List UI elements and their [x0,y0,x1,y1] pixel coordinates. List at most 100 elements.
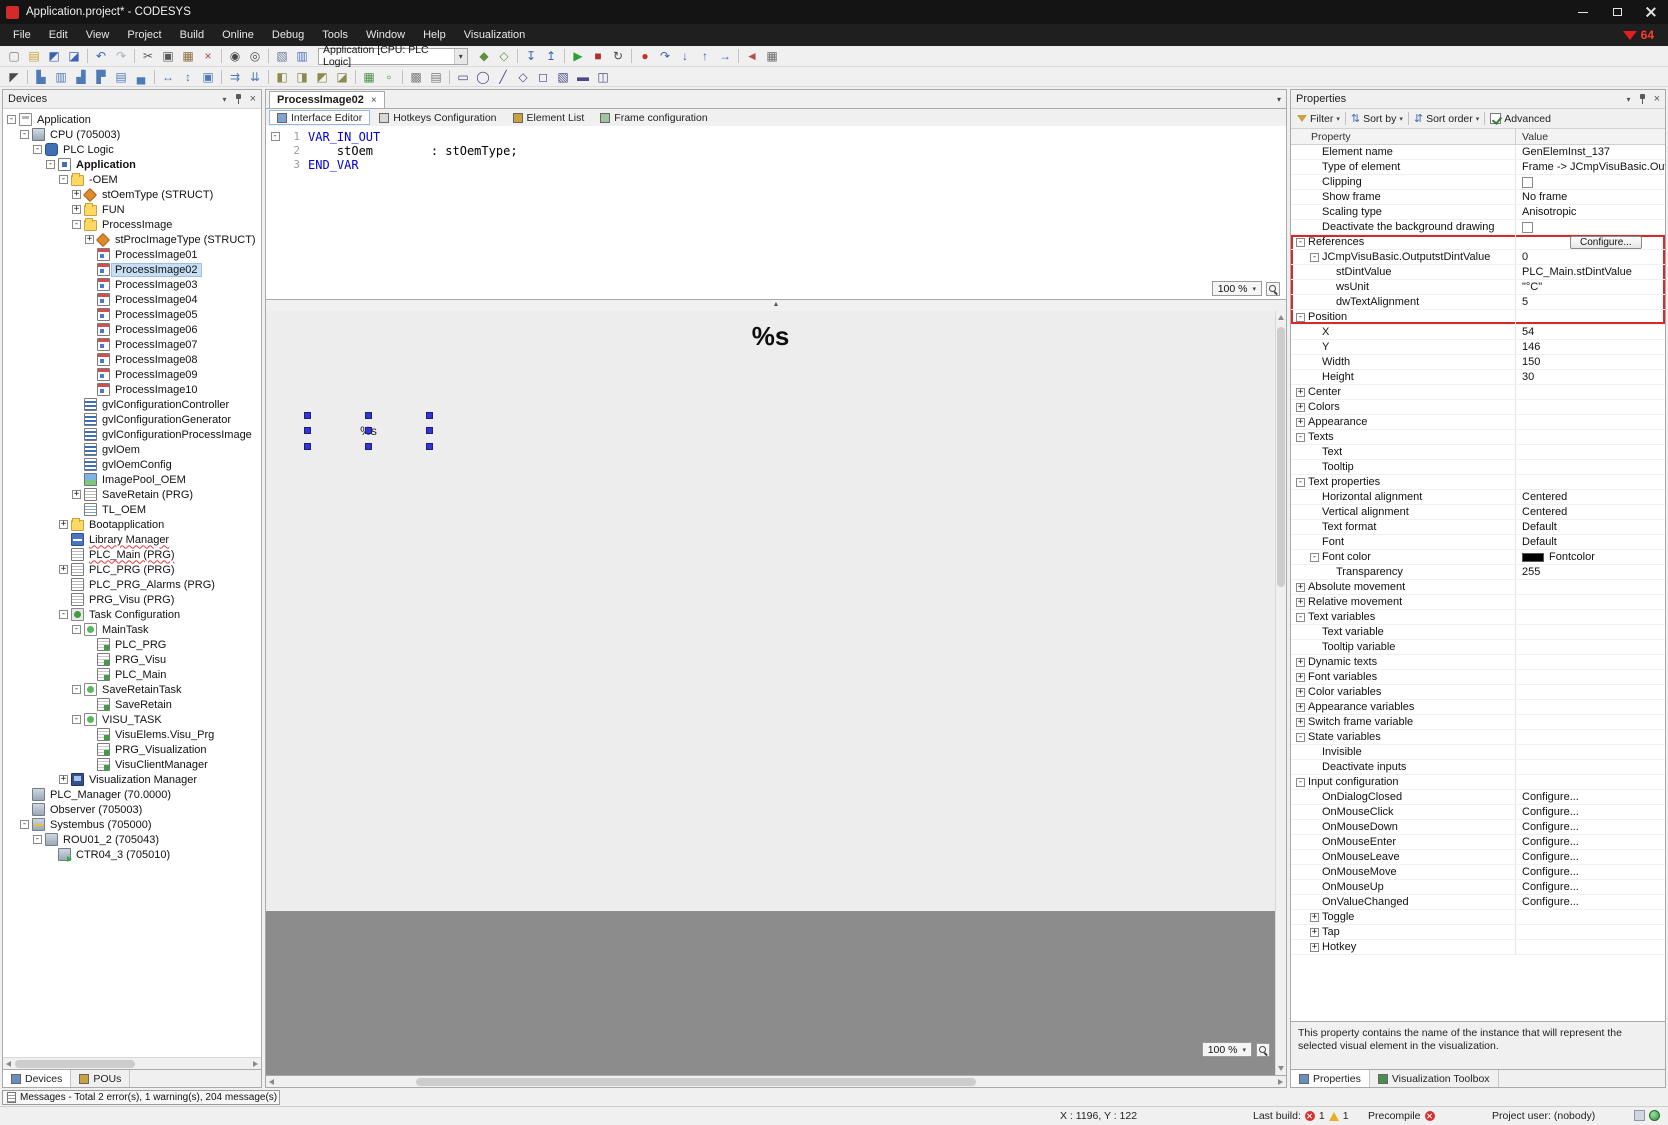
collapse-icon[interactable]: - [72,685,81,694]
property-value-cell[interactable]: Configure... [1515,895,1665,909]
menu-edit[interactable]: Edit [40,26,77,44]
tree-item[interactable]: -SaveRetainTask [3,682,261,697]
property-value-cell[interactable]: Configure... [1515,880,1665,894]
tab-interface-editor[interactable]: Interface Editor [269,110,370,125]
property-value-cell[interactable] [1515,400,1665,414]
checkbox-checked-icon[interactable] [1490,113,1501,124]
tree-item[interactable]: PLC_PRG_Alarms (PRG) [3,577,261,592]
tab-hotkeys-configuration[interactable]: Hotkeys Configuration [372,110,503,125]
expand-icon[interactable]: + [1296,403,1305,412]
property-value-cell[interactable] [1515,670,1665,684]
expand-icon[interactable]: + [85,235,94,244]
property-value-cell[interactable] [1515,580,1665,594]
property-row[interactable]: Element nameGenElemInst_137 [1291,145,1665,160]
property-value-cell[interactable]: 54 [1515,325,1665,339]
collapse-icon[interactable]: - [20,130,29,139]
devices-horizontal-scrollbar[interactable] [3,1057,261,1069]
tree-item[interactable]: Library Manager [3,532,261,547]
checkbox[interactable] [1522,222,1533,233]
expand-icon[interactable]: + [59,775,68,784]
align-bottom-button[interactable]: ▄ [131,68,151,86]
tree-item[interactable]: -PLC Logic [3,142,261,157]
zoom-level[interactable]: 100 %▾ [1202,1042,1252,1057]
property-row[interactable]: +Dynamic texts [1291,655,1665,670]
simulation-button[interactable]: ▦ [762,47,782,65]
property-value-cell[interactable] [1515,715,1665,729]
close-button[interactable] [1634,0,1668,24]
tab-visualization-toolbox[interactable]: Visualization Toolbox [1370,1070,1499,1087]
menu-help[interactable]: Help [414,26,455,44]
property-row[interactable]: +Switch frame variable [1291,715,1665,730]
property-value-cell[interactable]: Default [1515,535,1665,549]
property-value-cell[interactable] [1515,760,1665,774]
magnifier-icon[interactable] [1266,282,1280,296]
property-row[interactable]: Vertical alignmentCentered [1291,505,1665,520]
property-row[interactable]: OnMouseMoveConfigure... [1291,865,1665,880]
selection-handle-lb[interactable] [304,443,311,450]
configure-link[interactable]: Configure... [1522,836,1579,848]
code-line[interactable]: 2 stOem : stOemType; [266,144,1286,158]
single-cycle-button[interactable]: ↻ [608,47,628,65]
configure-link[interactable]: Configure... [1522,881,1579,893]
messages-bar[interactable]: Messages - Total 2 error(s), 1 warning(s… [2,1090,280,1105]
tree-item[interactable]: Observer (705003) [3,802,261,817]
collapse-icon[interactable]: - [1310,553,1319,562]
property-value-cell[interactable]: Configure... [1515,865,1665,879]
tree-item[interactable]: VisuClientManager [3,757,261,772]
pin-icon[interactable] [234,94,243,104]
property-row[interactable]: OnMouseUpConfigure... [1291,880,1665,895]
make-same-size-button[interactable]: ▣ [198,68,218,86]
expand-icon[interactable]: + [1310,928,1319,937]
collapse-icon[interactable]: - [1296,238,1305,247]
panel-close-icon[interactable]: × [250,94,256,104]
cut-button[interactable]: ✂ [138,47,158,65]
ungroup-button[interactable]: ▫ [379,68,399,86]
property-value-cell[interactable]: Configure... [1515,235,1665,249]
insert-image-button[interactable]: ▧ [553,68,573,86]
selection-handle-rm[interactable] [426,427,433,434]
expand-icon[interactable]: + [1296,583,1305,592]
tree-item[interactable]: ProcessImage04 [3,292,261,307]
tree-item[interactable]: ProcessImage02 [3,262,261,277]
property-row[interactable]: Scaling typeAnisotropic [1291,205,1665,220]
tree-item[interactable]: VisuElems.Visu_Prg [3,727,261,742]
property-row[interactable]: Horizontal alignmentCentered [1291,490,1665,505]
bring-one-forward-button[interactable]: ◨ [292,68,312,86]
scroll-right-icon[interactable] [253,1061,258,1067]
insert-ellipse-button[interactable]: ◯ [473,68,493,86]
tree-item[interactable]: -Application [3,157,261,172]
tree-item[interactable]: +SaveRetain (PRG) [3,487,261,502]
tree-item[interactable]: ProcessImage05 [3,307,261,322]
scrollbar-thumb[interactable] [1277,327,1285,587]
menu-tools[interactable]: Tools [313,26,357,44]
align-horizontal-center-button[interactable]: ▥ [51,68,71,86]
background-button[interactable]: ▩ [406,68,426,86]
tree-item[interactable]: -MainTask [3,622,261,637]
align-left-button[interactable]: ▙ [31,68,51,86]
collapse-icon[interactable]: - [59,610,68,619]
tree-item[interactable]: ProcessImage08 [3,352,261,367]
property-row[interactable]: Type of elementFrame -> JCmpVisuBasic.Ou… [1291,160,1665,175]
property-value-cell[interactable]: PLC_Main.stDintValue [1515,265,1665,279]
property-row[interactable]: +Hotkey [1291,940,1665,955]
property-value-cell[interactable] [1515,430,1665,444]
tab-properties[interactable]: Properties [1291,1070,1370,1087]
maximize-button[interactable] [1600,0,1634,24]
tree-item[interactable]: -Application [3,112,261,127]
tree-item[interactable]: +stProcImageType (STRUCT) [3,232,261,247]
expand-icon[interactable]: + [1310,913,1319,922]
tree-item[interactable]: gvlConfigurationGenerator [3,412,261,427]
property-row[interactable]: Deactivate the background drawing [1291,220,1665,235]
open-project-button[interactable]: ▤ [24,47,44,65]
magnifier-icon[interactable] [1256,1043,1270,1057]
collapse-icon[interactable]: - [72,220,81,229]
collapse-icon[interactable]: - [1296,613,1305,622]
configure-link[interactable]: Configure... [1522,806,1579,818]
selection-handle-rt[interactable] [426,412,433,419]
property-value-cell[interactable] [1515,655,1665,669]
scroll-up-icon[interactable] [1278,315,1284,320]
collapse-icon[interactable]: - [1296,313,1305,322]
collapse-icon[interactable]: - [46,160,55,169]
align-right-button[interactable]: ▟ [71,68,91,86]
collapse-icon[interactable]: - [72,625,81,634]
